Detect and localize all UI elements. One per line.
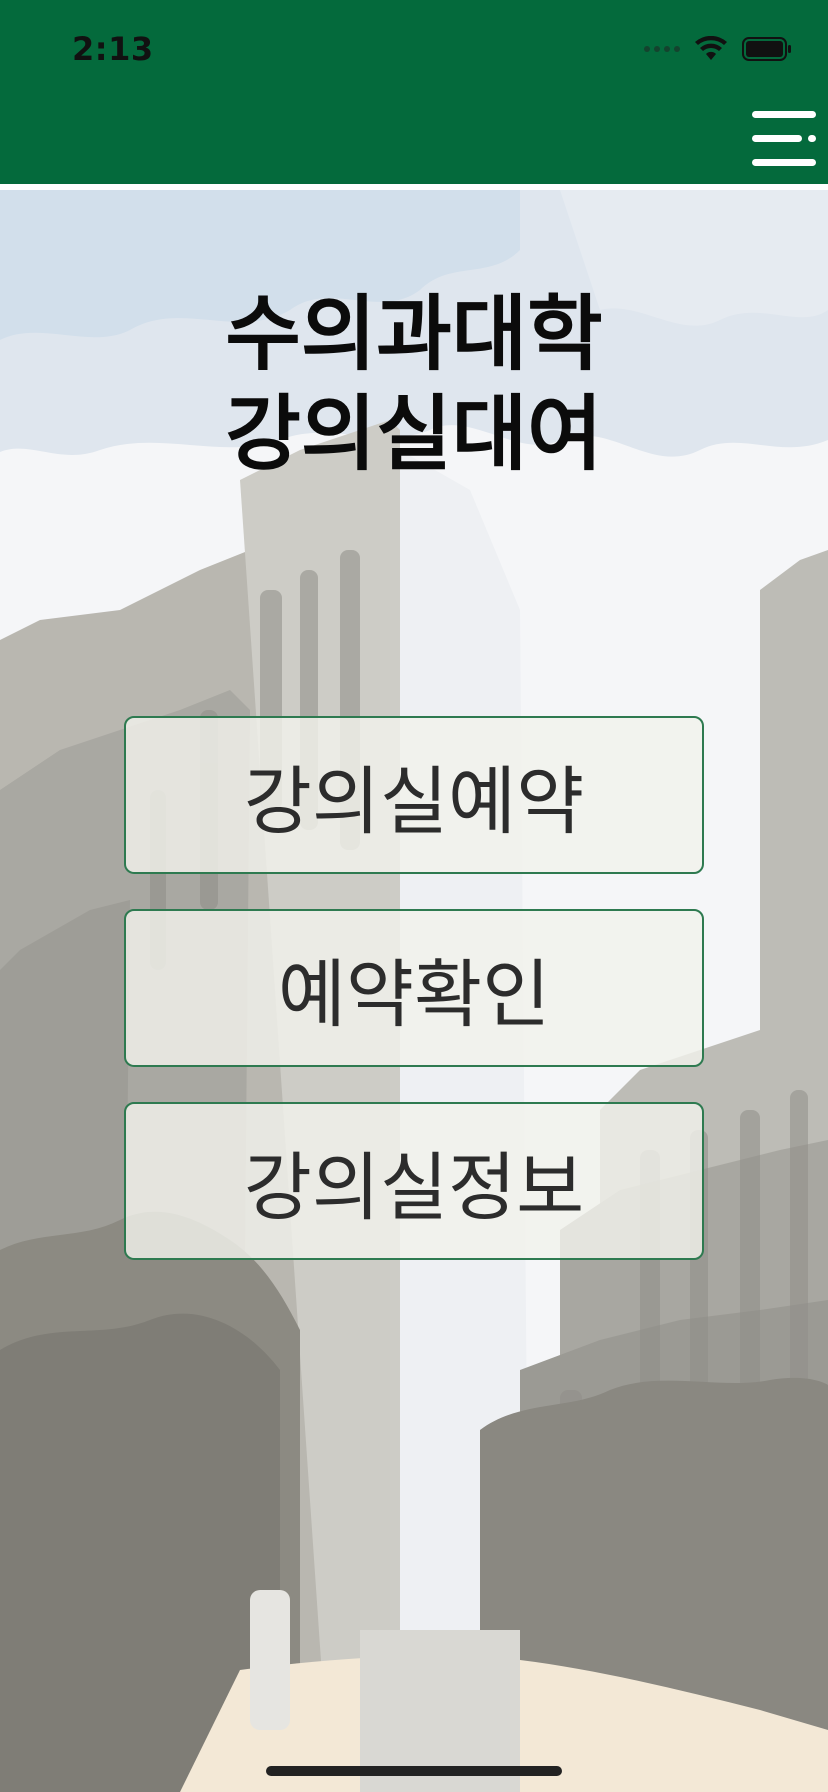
battery-icon (742, 37, 791, 61)
page-title-line-1: 수의과대학 (225, 287, 603, 382)
hamburger-menu-button[interactable] (748, 108, 818, 174)
page-title: 수의과대학 강의실대여 (0, 285, 828, 485)
reservation-check-label: 예약확인 (277, 951, 551, 1038)
home-indicator[interactable] (266, 1766, 562, 1776)
navigation-bar (0, 100, 828, 184)
room-reservation-button[interactable]: 강의실예약 (124, 716, 704, 874)
status-icons (644, 34, 792, 64)
wifi-icon (695, 36, 727, 60)
page-title-line-2: 강의실대여 (225, 387, 603, 482)
room-info-button[interactable]: 강의실정보 (124, 1102, 704, 1260)
room-reservation-label: 강의실예약 (243, 758, 585, 845)
status-time: 2:13 (72, 30, 154, 68)
room-info-label: 강의실정보 (243, 1144, 585, 1231)
cellular-signal-icon (644, 36, 680, 62)
reservation-check-button[interactable]: 예약확인 (124, 909, 704, 1067)
status-bar: 2:13 (0, 0, 828, 100)
